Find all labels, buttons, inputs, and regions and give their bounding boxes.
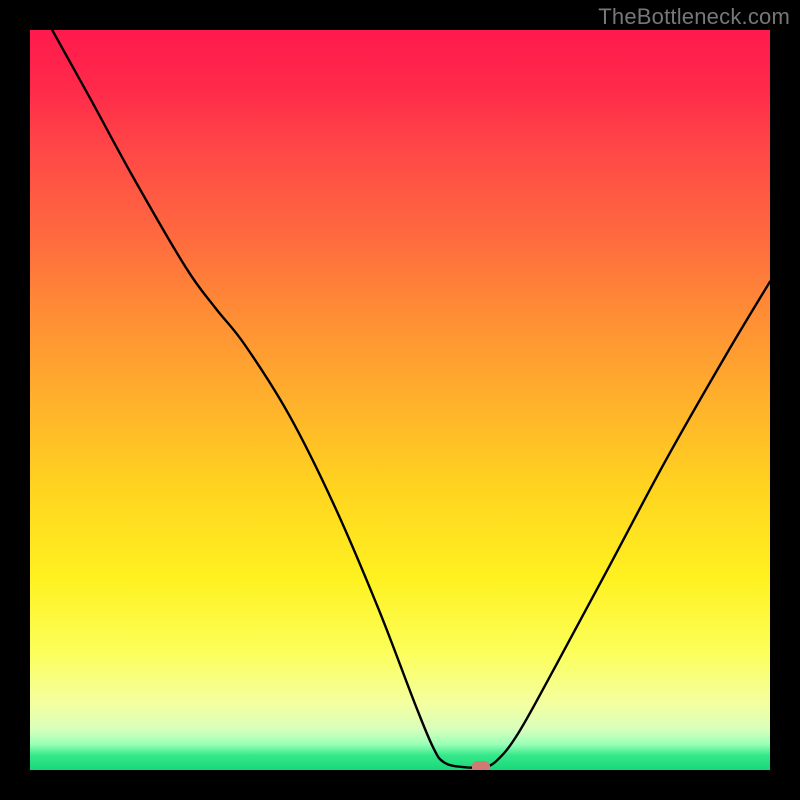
optimal-point-marker — [472, 761, 490, 770]
plot-area — [30, 30, 770, 770]
bottleneck-curve — [30, 30, 770, 770]
watermark-text: TheBottleneck.com — [598, 4, 790, 30]
curve-path — [52, 30, 770, 768]
chart-frame: TheBottleneck.com — [0, 0, 800, 800]
